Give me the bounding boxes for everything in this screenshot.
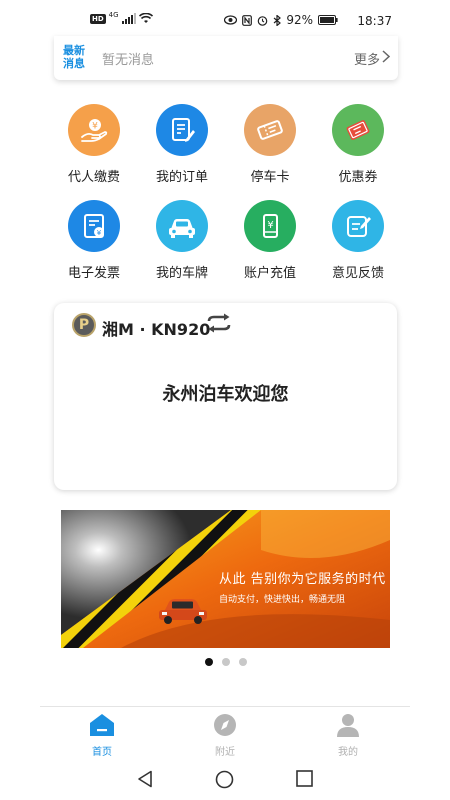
grid-item-coupons[interactable]: 优惠券 (318, 104, 398, 185)
status-right: 92% (224, 13, 338, 27)
grid-item-label: 我的车牌 (155, 266, 208, 281)
bottom-tab-bar: 首页 附近 我的 (40, 706, 410, 760)
tab-label: 我的 (338, 747, 358, 758)
grid-item-label: 电子发票 (67, 266, 120, 281)
battery-icon (318, 15, 338, 25)
carousel-indicator (205, 658, 247, 666)
status-bar: HD 4G 92% 18:37 (0, 0, 450, 40)
grid-item-feedback[interactable]: 意见反馈 (318, 200, 398, 281)
grid-item-label: 优惠券 (338, 170, 378, 185)
order-doc-icon (156, 104, 208, 156)
signal-icon (121, 13, 136, 24)
grid-item-label: 意见反馈 (331, 266, 384, 281)
hd-badge: HD (90, 13, 106, 24)
phone-yen-icon: ¥ (244, 200, 296, 252)
svg-text:¥: ¥ (92, 122, 98, 132)
promo-banner[interactable]: 从此 告别你为它服务的时代 自动支付，快进快出，畅通无阻 (61, 510, 390, 648)
plate-card[interactable]: P 湘M · KN920 永州泊车欢迎您 (54, 303, 397, 490)
invoice-icon: ¥ (68, 200, 120, 252)
clock: 18:37 (357, 14, 392, 28)
svg-text:¥: ¥ (267, 220, 273, 231)
tab-label: 附近 (215, 747, 235, 758)
grid-item-recharge[interactable]: ¥ 账户充值 (230, 200, 310, 281)
parking-badge-icon: P (72, 313, 96, 337)
tab-nearby[interactable]: 附近 (195, 713, 255, 758)
grid-item-label: 我的订单 (155, 170, 208, 185)
home-icon (90, 714, 114, 736)
svg-text:¥: ¥ (97, 229, 102, 237)
carousel-dot-2[interactable] (222, 658, 230, 666)
tab-mine[interactable]: 我的 (318, 713, 378, 758)
news-bar[interactable]: 最新消息 暂无消息 更多 (54, 36, 398, 80)
feedback-icon (332, 200, 384, 252)
tab-home[interactable]: 首页 (72, 713, 132, 758)
eye-icon (224, 15, 238, 25)
tab-label: 首页 (92, 747, 112, 758)
plate-number: 湘M · KN920 (102, 320, 211, 339)
back-icon[interactable] (137, 770, 153, 788)
user-icon (337, 714, 359, 737)
swap-icon[interactable] (206, 313, 232, 333)
bluetooth-icon (273, 14, 282, 26)
car-icon (156, 200, 208, 252)
nfc-icon (242, 14, 253, 26)
recents-icon[interactable] (296, 770, 313, 787)
banner-subline: 自动支付，快进快出，畅通无阻 (219, 595, 346, 605)
grid-item-label: 代人缴费 (67, 170, 120, 185)
hand-coin-icon: ¥ (68, 104, 120, 156)
welcome-text: 永州泊车欢迎您 (162, 384, 289, 405)
carousel-dot-3[interactable] (239, 658, 247, 666)
banner-headline: 从此 告别你为它服务的时代 (219, 572, 386, 587)
wifi-icon (138, 13, 153, 23)
news-message: 暂无消息 (102, 53, 155, 68)
carousel-dot-1[interactable] (205, 658, 213, 666)
grid-item-parking-card[interactable]: 停车卡 (230, 104, 310, 185)
ticket-icon (244, 104, 296, 156)
grid-item-my-orders[interactable]: 我的订单 (142, 104, 222, 185)
status-left: HD 4G (90, 11, 153, 24)
news-more-link[interactable]: 更多 (354, 49, 380, 68)
grid-item-label: 账户充值 (243, 266, 296, 281)
system-nav-bar (0, 760, 450, 800)
grid-item-my-plates[interactable]: 我的车牌 (142, 200, 222, 281)
battery-percent: 92% (286, 13, 313, 27)
network-type: 4G (108, 11, 119, 19)
compass-icon (214, 714, 236, 736)
chevron-right-icon[interactable] (382, 50, 390, 63)
grid-item-label: 停车卡 (250, 170, 290, 185)
grid-item-e-invoice[interactable]: ¥ 电子发票 (54, 200, 134, 281)
home-nav-icon[interactable] (215, 770, 234, 789)
news-tag: 最新消息 (63, 44, 85, 70)
coupon-icon (332, 104, 384, 156)
grid-item-pay-for-others[interactable]: ¥ 代人缴费 (54, 104, 134, 185)
alarm-icon (258, 15, 268, 26)
